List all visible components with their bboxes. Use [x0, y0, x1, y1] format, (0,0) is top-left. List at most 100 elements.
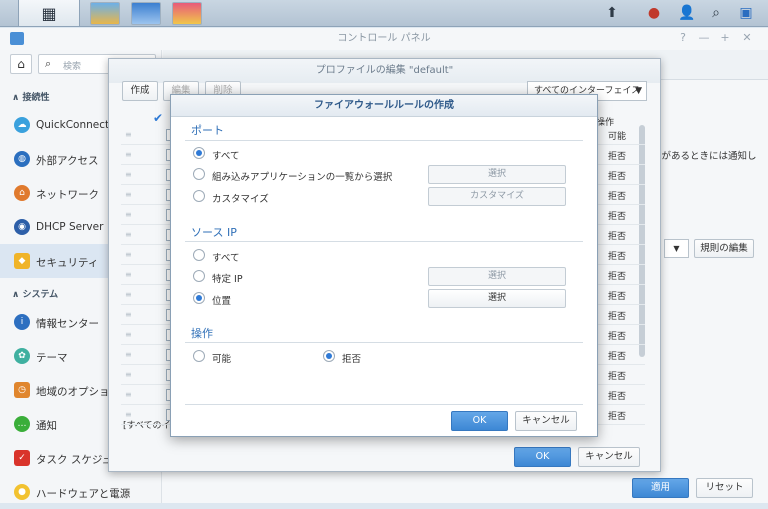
- drag-handle-icon[interactable]: ≡: [125, 210, 132, 219]
- port-all-label: すべて: [212, 151, 240, 162]
- action-value: 拒否: [608, 232, 627, 242]
- source-specific-label: 特定 IP: [212, 274, 243, 285]
- notes-icon[interactable]: [131, 2, 161, 25]
- action-value: 拒否: [608, 212, 627, 222]
- main-menu-button[interactable]: ▦: [18, 0, 80, 27]
- search-icon[interactable]: ⌕: [708, 5, 724, 21]
- action-value: 拒否: [608, 372, 627, 382]
- dialog-title: ファイアウォールルールの作成: [171, 95, 597, 117]
- info-icon: i: [14, 314, 30, 330]
- ok-button[interactable]: OK: [514, 447, 571, 467]
- source-all-label: すべて: [212, 253, 240, 264]
- create-button[interactable]: 作成: [122, 81, 158, 101]
- minimize-icon[interactable]: —: [697, 31, 711, 45]
- taskbar: ▦ ⬆ ● 👤 ⌕ ▣: [0, 0, 768, 27]
- checklist-icon: ✓: [14, 450, 30, 466]
- action-allow-radio[interactable]: [193, 350, 205, 362]
- close-icon[interactable]: ✕: [740, 31, 754, 45]
- drag-handle-icon[interactable]: ≡: [125, 410, 132, 419]
- app-logo-icon: [10, 32, 24, 45]
- source-location-label: 位置: [212, 296, 232, 307]
- drag-handle-icon[interactable]: ≡: [125, 370, 132, 379]
- drag-handle-icon[interactable]: ≡: [125, 190, 132, 199]
- drag-handle-icon[interactable]: ≡: [125, 290, 132, 299]
- source-ip-heading: ソース IP: [191, 226, 237, 239]
- drag-handle-icon[interactable]: ≡: [125, 310, 132, 319]
- port-custom-radio[interactable]: [193, 190, 205, 202]
- widget-icon[interactable]: ▣: [738, 5, 754, 21]
- cancel-button[interactable]: キャンセル: [515, 411, 577, 431]
- action-value: 拒否: [608, 412, 627, 422]
- action-allow-label: 可能: [212, 354, 232, 365]
- action-value: 拒否: [608, 252, 627, 262]
- chevron-down-icon: ▼: [635, 86, 642, 96]
- globe-icon: ◍: [14, 151, 30, 167]
- drag-handle-icon[interactable]: ≡: [125, 330, 132, 339]
- source-all-radio[interactable]: [193, 249, 205, 261]
- section-system[interactable]: ∧ システム: [12, 287, 58, 300]
- drag-handle-icon[interactable]: ≡: [125, 150, 132, 159]
- source-specific-radio[interactable]: [193, 270, 205, 282]
- source-location-select-button[interactable]: 選択: [428, 289, 566, 308]
- package-icon[interactable]: [90, 2, 120, 25]
- port-builtin-label: 組み込みアプリケーションの一覧から選択: [212, 172, 393, 183]
- divider: [185, 342, 583, 343]
- source-specific-select-button[interactable]: 選択: [428, 267, 566, 286]
- ok-button[interactable]: OK: [451, 411, 508, 431]
- reset-button[interactable]: リセット: [696, 478, 753, 498]
- action-value: 可能: [608, 132, 627, 142]
- select-all-checkbox[interactable]: ✔: [153, 111, 163, 125]
- divider: [185, 404, 583, 405]
- action-deny-label: 拒否: [342, 354, 362, 365]
- edit-rules-button[interactable]: 規則の編集: [694, 239, 754, 258]
- action-value: 拒否: [608, 332, 627, 342]
- house-icon: ⌂: [14, 185, 30, 201]
- port-customize-button[interactable]: カスタマイズ: [428, 187, 566, 206]
- drag-handle-icon[interactable]: ≡: [125, 170, 132, 179]
- action-value: 拒否: [608, 272, 627, 282]
- speech-bubble-icon: …: [14, 416, 30, 432]
- drag-handle-icon[interactable]: ≡: [125, 270, 132, 279]
- photo-icon[interactable]: [172, 2, 202, 25]
- drag-handle-icon[interactable]: ≡: [125, 250, 132, 259]
- divider: [185, 241, 583, 242]
- port-heading: ポート: [191, 124, 224, 137]
- source-location-radio[interactable]: [193, 292, 205, 304]
- rule-dropdown-arrow[interactable]: ▼: [664, 239, 689, 258]
- action-value: 拒否: [608, 352, 627, 362]
- action-value: 拒否: [608, 292, 627, 302]
- cloud-icon: ☁: [14, 117, 30, 133]
- chat-icon[interactable]: ●: [646, 5, 662, 21]
- port-custom-label: カスタマイズ: [212, 194, 269, 205]
- help-icon[interactable]: ?: [676, 31, 690, 45]
- grid-icon: ▦: [41, 3, 57, 23]
- home-button[interactable]: ⌂: [10, 54, 32, 74]
- user-icon[interactable]: 👤: [678, 5, 695, 21]
- action-heading: 操作: [191, 327, 213, 340]
- dialog-title: プロファイルの編集 "default": [109, 59, 660, 83]
- search-placeholder: 検索: [63, 62, 82, 72]
- port-all-radio[interactable]: [193, 147, 205, 159]
- shield-icon: ◆: [14, 253, 30, 269]
- sidebar-item-hardware[interactable]: ● ハードウェアと電源: [0, 475, 162, 509]
- apply-button[interactable]: 適用: [632, 478, 689, 498]
- drag-handle-icon[interactable]: ≡: [125, 350, 132, 359]
- window-title: コントロール パネル: [337, 33, 431, 44]
- port-builtin-radio[interactable]: [193, 168, 205, 180]
- drag-handle-icon[interactable]: ≡: [125, 390, 132, 399]
- maximize-icon[interactable]: +: [718, 31, 732, 45]
- upload-icon[interactable]: ⬆: [604, 5, 620, 21]
- divider: [185, 140, 583, 141]
- port-select-button[interactable]: 選択: [428, 165, 566, 184]
- section-connectivity[interactable]: ∧ 接続性: [12, 90, 49, 103]
- notice-text: ンがあるときには通知し: [652, 151, 757, 162]
- drag-handle-icon[interactable]: ≡: [125, 230, 132, 239]
- action-value: 拒否: [608, 192, 627, 202]
- action-value: 拒否: [608, 172, 627, 182]
- search-icon: ⌕: [45, 57, 52, 70]
- action-deny-radio[interactable]: [323, 350, 335, 362]
- cancel-button[interactable]: キャンセル: [578, 447, 640, 467]
- drag-handle-icon[interactable]: ≡: [125, 130, 132, 139]
- firewall-rule-dialog: ファイアウォールルールの作成 ポート すべて 組み込みアプリケーションの一覧から…: [170, 94, 598, 437]
- bulb-icon: ●: [14, 484, 30, 500]
